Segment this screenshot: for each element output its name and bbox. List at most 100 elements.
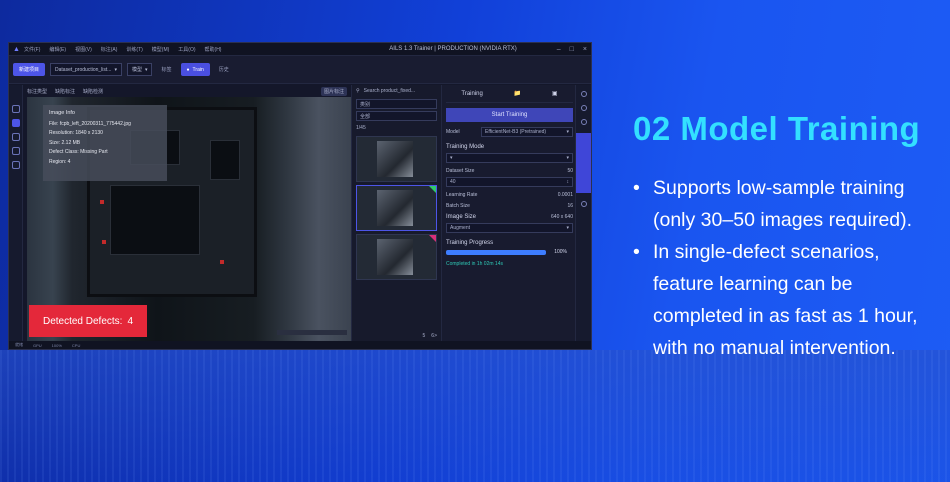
image-size-select[interactable]: 640 x 640 — [551, 214, 573, 220]
augment-select[interactable]: Augment ▾ — [446, 223, 573, 233]
close-icon[interactable]: × — [583, 46, 587, 53]
detected-defects-count: 4 — [127, 315, 134, 327]
window-controls: – □ × — [557, 46, 587, 53]
annotate-tool-icon[interactable] — [11, 119, 20, 127]
batch-input[interactable]: 16 — [567, 203, 573, 209]
tab-image[interactable]: ▣ — [552, 90, 558, 97]
feature-bullets: Supports low-sample training (only 30–50… — [633, 172, 943, 364]
epochs-value: 40 — [450, 179, 456, 185]
list-icon[interactable] — [11, 161, 20, 169]
thumbnail-pager: 5 6> — [423, 333, 437, 339]
menu-file[interactable]: 文件(F) — [24, 46, 40, 53]
tab-folder[interactable]: 📁 — [514, 90, 521, 97]
status-ready: 就绪 — [15, 342, 23, 347]
dataset-count: 50 — [567, 168, 573, 174]
bullet-fast-learning: In single-defect scenarios, feature lear… — [633, 236, 943, 364]
image-info-region: Region: 4 — [49, 158, 71, 165]
history-button[interactable]: 历史 — [215, 66, 233, 73]
training-mode-select[interactable]: ▾ ▾ — [446, 153, 573, 163]
settings-icon[interactable] — [580, 91, 587, 97]
tab-annotation-type[interactable]: 标注类型 — [27, 88, 47, 95]
menu-annotate[interactable]: 标注(A) — [101, 46, 118, 53]
search-input[interactable]: Search product_fixed... — [364, 88, 415, 94]
model-label: Model — [446, 129, 460, 135]
thumbnail-item[interactable] — [356, 136, 437, 182]
menu-model[interactable]: 模型(M) — [152, 46, 170, 53]
image-count: 1/45 — [356, 125, 366, 131]
train-button[interactable]: ● Train — [180, 63, 210, 76]
select-tool-icon[interactable] — [11, 105, 20, 113]
person-icon[interactable] — [11, 133, 20, 141]
menu-edit[interactable]: 编辑(E) — [49, 46, 66, 53]
export-icon[interactable] — [580, 201, 587, 207]
left-tool-rail — [9, 85, 23, 349]
minimize-icon[interactable]: – — [557, 46, 561, 53]
training-mode-label: Training Mode — [446, 144, 485, 150]
layers-icon[interactable] — [11, 147, 20, 155]
batch-row: Batch Size 16 — [446, 203, 573, 209]
training-progress-fill — [446, 250, 546, 255]
image-info-title: Image Info — [49, 110, 75, 116]
chart-icon[interactable] — [580, 119, 587, 125]
train-icon: ● — [186, 66, 190, 73]
slide-headline: 02 Model Training — [633, 110, 921, 147]
detected-defects-banner: Detected Defects: 4 — [29, 305, 147, 337]
image-annotation-tag[interactable]: 图片标注 — [320, 86, 347, 96]
learning-rate-input[interactable]: 0.0001 — [558, 192, 573, 198]
epochs-input[interactable]: 40 ↕ — [446, 177, 573, 187]
chip — [110, 185, 200, 255]
tab-defect-detection[interactable]: 缺陷检测 — [83, 88, 103, 95]
menu-help[interactable]: 帮助(H) — [205, 46, 222, 53]
batch-label: Batch Size — [446, 203, 470, 209]
maximize-icon[interactable]: □ — [570, 46, 574, 53]
zoom-scale-bar[interactable] — [277, 330, 347, 335]
defect-marker — [100, 200, 104, 204]
mode-select-value: 模型 — [131, 67, 142, 73]
thumbnail-search[interactable]: ⚲ Search product_fixed... — [352, 85, 441, 97]
thumbnail-item-selected[interactable] — [356, 185, 437, 231]
training-completed-text: Completed in 1h 02m 14s — [446, 261, 503, 267]
slide: ▲ 文件(F) 编辑(E) 视图(V) 标注(A) 训练(T) 模型(M) 工具… — [0, 0, 950, 482]
project-select[interactable]: Dataset_production_list... ▾ — [50, 63, 122, 76]
new-project-label: 新建项目 — [19, 67, 40, 73]
model-select[interactable]: EfficientNet-B3 (Pretrained) ▾ — [481, 127, 573, 137]
info-icon[interactable] — [580, 105, 587, 111]
title-bar: ▲ 文件(F) 编辑(E) 视图(V) 标注(A) 训练(T) 模型(M) 工具… — [9, 43, 591, 56]
chevron-down-icon: ▾ — [566, 225, 569, 231]
image-info-size: Size: 2.12 MB — [49, 139, 81, 146]
label-button[interactable]: 标签 — [157, 66, 175, 73]
category-filter-value: 类别 — [360, 101, 371, 108]
bullet-low-sample: Supports low-sample training (only 30–50… — [633, 172, 943, 236]
new-project-button[interactable]: 新建项目 — [13, 63, 46, 76]
ok-flag-icon — [429, 186, 436, 193]
page-number[interactable]: 5 — [423, 333, 426, 339]
right-tool-rail — [575, 85, 591, 341]
status-bar: 就绪 GPU 100% CPU — [9, 341, 591, 349]
menu-tools[interactable]: 工具(O) — [178, 46, 195, 53]
image-info-file: File: fcpb_left_20200311_775442.jpg — [49, 120, 131, 127]
image-size-label: Image Size — [446, 214, 477, 220]
progress-row: 100% — [446, 249, 573, 255]
floor-reflection — [0, 350, 950, 482]
dataset-label: Dataset Size — [446, 168, 475, 174]
active-panel-indicator[interactable] — [575, 133, 591, 193]
menu-view[interactable]: 视图(V) — [75, 46, 92, 53]
chevron-down-icon: ▾ — [114, 66, 117, 73]
toolbar: 新建项目 Dataset_production_list... ▾ 模型 ▾ 标签 … — [9, 56, 591, 84]
next-page-button[interactable]: 6> — [431, 333, 437, 339]
mode-select[interactable]: 模型 ▾ — [126, 63, 153, 76]
tab-training[interactable]: Training — [461, 91, 482, 97]
train-button-label: Train — [192, 66, 204, 73]
model-row: Model EfficientNet-B3 (Pretrained) ▾ — [446, 127, 573, 137]
status-cpu: CPU — [71, 342, 81, 348]
thumbnail-item[interactable] — [356, 234, 437, 280]
settings-tabs: Training 📁 ▣ — [446, 85, 573, 103]
tab-defect-annotation[interactable]: 缺陷标注 — [55, 88, 75, 95]
app-logo-icon: ▲ — [13, 45, 20, 53]
image-size-row: Image Size 640 x 640 — [446, 214, 573, 220]
viewer-tabs: 标注类型 缺陷标注 缺陷检测 图片标注 — [23, 85, 351, 97]
start-training-button[interactable]: Start Training — [446, 108, 573, 122]
status-filter[interactable]: 全部 — [356, 111, 437, 121]
menu-train[interactable]: 训练(T) — [126, 46, 142, 53]
category-filter[interactable]: 类别 — [356, 99, 437, 109]
